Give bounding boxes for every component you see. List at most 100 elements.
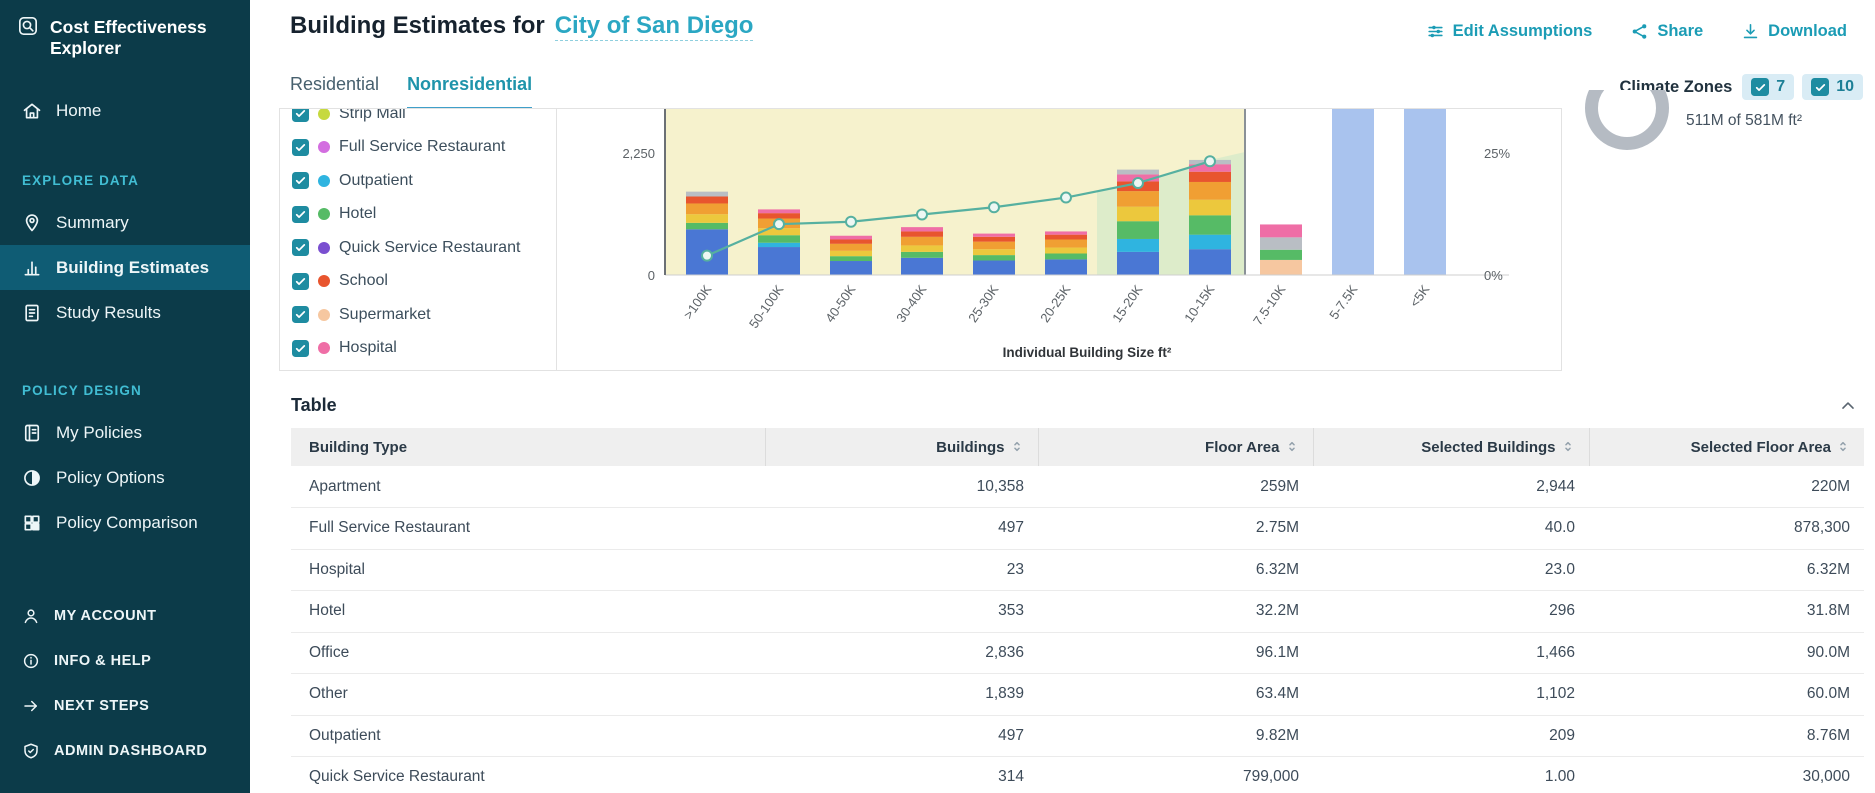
bar-segment[interactable] xyxy=(1117,206,1159,222)
bar-segment[interactable] xyxy=(901,251,943,258)
bar-segment[interactable] xyxy=(973,233,1015,237)
action-share[interactable]: Share xyxy=(1630,22,1703,41)
table-row[interactable]: Outpatient 497 9.82M 209 8.76M xyxy=(291,715,1864,757)
sidebar-item-building-estimates[interactable]: Building Estimates xyxy=(0,245,250,290)
legend-checkbox[interactable] xyxy=(292,172,309,190)
bar-segment[interactable] xyxy=(758,235,800,243)
line-marker[interactable] xyxy=(773,218,785,231)
bar-segment[interactable] xyxy=(830,256,872,262)
bar-segment[interactable] xyxy=(830,239,872,244)
bar-segment[interactable] xyxy=(1189,199,1231,216)
bar-segment[interactable] xyxy=(901,231,943,237)
column-header-selected-floor-area[interactable]: Selected Floor Area xyxy=(1588,428,1864,466)
bar-segment[interactable] xyxy=(686,191,728,197)
bar-segment[interactable] xyxy=(1117,221,1159,239)
line-marker[interactable] xyxy=(988,201,1000,214)
column-header-floor-area[interactable]: Floor Area xyxy=(1037,428,1313,466)
legend-item-supermarket[interactable]: Supermarket xyxy=(292,298,556,332)
bar-segment[interactable] xyxy=(1189,234,1231,250)
sidebar-item-my-policies[interactable]: My Policies xyxy=(0,410,250,455)
bar-segment[interactable] xyxy=(1045,234,1087,240)
bar-segment[interactable] xyxy=(1260,259,1302,275)
sort-icon[interactable] xyxy=(1561,439,1575,454)
bar-segment[interactable] xyxy=(758,209,800,214)
table-row[interactable]: Hospital 23 6.32M 23.0 6.32M xyxy=(291,549,1864,591)
bar-segment[interactable] xyxy=(758,213,800,219)
sidebar-item-summary[interactable]: Summary xyxy=(0,200,250,245)
bar-segment[interactable] xyxy=(1189,249,1231,275)
line-marker[interactable] xyxy=(1204,155,1216,168)
line-marker[interactable] xyxy=(701,249,713,262)
legend-checkbox[interactable] xyxy=(292,205,309,223)
action-download[interactable]: Download xyxy=(1741,22,1847,41)
bar-segment[interactable] xyxy=(686,214,728,223)
sidebar-item-study-results[interactable]: Study Results xyxy=(0,290,250,335)
bar-segment[interactable] xyxy=(1404,109,1446,276)
table-row[interactable]: Other 1,839 63.4M 1,102 60.0M xyxy=(291,673,1864,716)
bar-segment[interactable] xyxy=(1117,169,1159,175)
line-marker[interactable] xyxy=(845,215,857,228)
bar-segment[interactable] xyxy=(1045,259,1087,275)
bar-segment[interactable] xyxy=(1117,238,1159,252)
table-row[interactable]: Full Service Restaurant 497 2.75M 40.0 878,3… xyxy=(291,507,1864,550)
bar-segment[interactable] xyxy=(973,255,1015,261)
legend-checkbox[interactable] xyxy=(292,306,309,324)
bar-segment[interactable] xyxy=(973,260,1015,275)
table-row[interactable]: Quick Service Restaurant 314 799,000 1.00 30… xyxy=(291,756,1864,793)
action-edit-assumptions[interactable]: Edit Assumptions xyxy=(1426,22,1592,41)
legend-item-hotel[interactable]: Hotel xyxy=(292,198,556,232)
bar-segment[interactable] xyxy=(830,243,872,251)
sort-icon[interactable] xyxy=(1010,439,1024,454)
bar-segment[interactable] xyxy=(973,236,1015,242)
legend-item-hospital[interactable]: Hospital xyxy=(292,332,556,366)
column-header-selected-buildings[interactable]: Selected Buildings xyxy=(1312,428,1589,466)
bar-segment[interactable] xyxy=(973,249,1015,256)
line-marker[interactable] xyxy=(1132,177,1144,190)
legend-item-strip-mall[interactable]: Strip Mall xyxy=(292,109,556,131)
bar-segment[interactable] xyxy=(901,245,943,252)
bar-segment[interactable] xyxy=(686,222,728,230)
bar-segment[interactable] xyxy=(758,247,800,275)
collapse-table-chevron-icon[interactable] xyxy=(1838,396,1858,416)
sidebar-item-policy-comparison[interactable]: Policy Comparison xyxy=(0,500,250,545)
bar-segment[interactable] xyxy=(1045,239,1087,248)
bar-segment[interactable] xyxy=(1260,249,1302,260)
bar-segment[interactable] xyxy=(830,261,872,275)
bar-segment[interactable] xyxy=(973,241,1015,250)
bar-segment[interactable] xyxy=(1045,231,1087,235)
sort-icon[interactable] xyxy=(1285,439,1299,454)
legend-item-full-service-restaurant[interactable]: Full Service Restaurant xyxy=(292,131,556,165)
bar-segment[interactable] xyxy=(901,227,943,232)
bar-segment[interactable] xyxy=(830,250,872,257)
bar-segment[interactable] xyxy=(758,242,800,248)
bar-segment[interactable] xyxy=(901,236,943,246)
bar-segment[interactable] xyxy=(1189,171,1231,182)
app-logo[interactable]: Cost Effectiveness Explorer xyxy=(0,0,250,72)
legend-item-outpatient[interactable]: Outpatient xyxy=(292,164,556,198)
table-row[interactable]: Office 2,836 96.1M 1,466 90.0M xyxy=(291,632,1864,674)
table-row[interactable]: Hotel 353 32.2M 296 31.8M xyxy=(291,590,1864,633)
legend-checkbox[interactable] xyxy=(292,339,309,357)
bar-segment[interactable] xyxy=(1189,215,1231,235)
bar-segment[interactable] xyxy=(1189,181,1231,200)
bar-segment[interactable] xyxy=(1117,251,1159,275)
sidebar-item-my-account[interactable]: MY ACCOUNT xyxy=(0,593,250,638)
line-marker[interactable] xyxy=(916,208,928,221)
bar-segment[interactable] xyxy=(1045,253,1087,260)
bar-segment[interactable] xyxy=(1260,237,1302,250)
bar-segment[interactable] xyxy=(686,203,728,215)
legend-item-quick-service-restaurant[interactable]: Quick Service Restaurant xyxy=(292,231,556,265)
column-header-buildings[interactable]: Buildings xyxy=(764,428,1038,466)
bar-segment[interactable] xyxy=(1045,247,1087,254)
legend-checkbox[interactable] xyxy=(292,109,309,123)
sidebar-item-home[interactable]: Home xyxy=(0,88,250,133)
sidebar-item-next-steps[interactable]: NEXT STEPS xyxy=(0,683,250,728)
bar-segment[interactable] xyxy=(1117,191,1159,207)
legend-checkbox[interactable] xyxy=(292,138,309,156)
table-row[interactable]: Apartment 10,358 259M 2,944 220M xyxy=(291,466,1864,508)
bar-segment[interactable] xyxy=(830,235,872,240)
line-marker[interactable] xyxy=(1060,191,1072,204)
legend-checkbox[interactable] xyxy=(292,272,309,290)
sidebar-item-admin-dashboard[interactable]: ADMIN DASHBOARD xyxy=(0,728,250,773)
legend-item-school[interactable]: School xyxy=(292,265,556,299)
